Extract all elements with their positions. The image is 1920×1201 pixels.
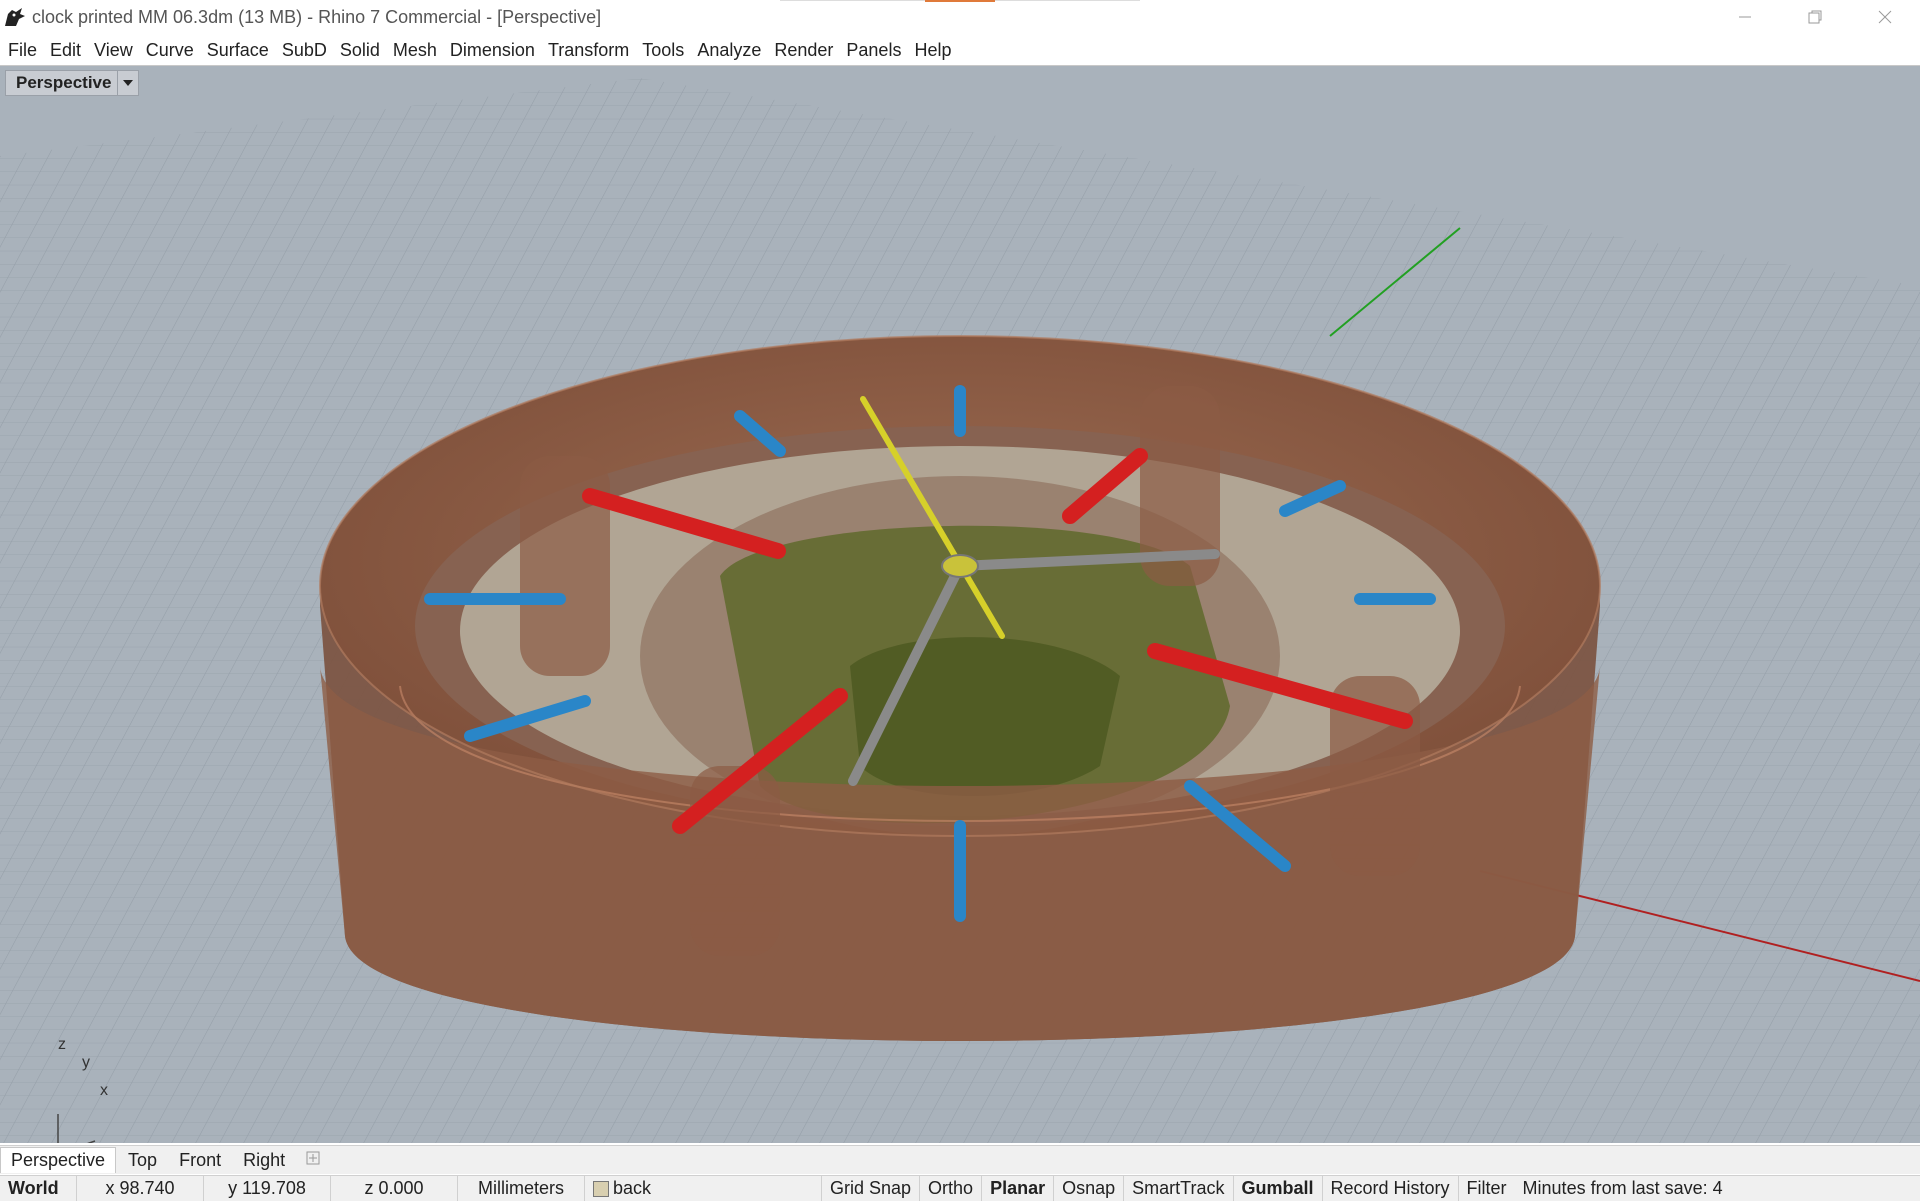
current-layer[interactable]: back <box>585 1176 822 1201</box>
restore-icon <box>1808 10 1822 24</box>
units-indicator[interactable]: Millimeters <box>458 1176 585 1201</box>
toggle-record-history[interactable]: Record History <box>1323 1176 1459 1201</box>
title-accent <box>925 0 995 2</box>
save-status: Minutes from last save: 4 <box>1522 1178 1723 1198</box>
menu-solid[interactable]: Solid <box>334 40 386 61</box>
gizmo-z-label: z <box>58 1036 66 1053</box>
menu-transform[interactable]: Transform <box>542 40 635 61</box>
menu-panels[interactable]: Panels <box>840 40 907 61</box>
y-coordinate: y 119.708 <box>204 1176 331 1201</box>
viewport-title-tab[interactable]: Perspective <box>5 70 140 96</box>
toggle-filter[interactable]: Filter <box>1459 1176 1515 1201</box>
close-icon <box>1878 10 1892 24</box>
viewport-name: Perspective <box>16 73 112 92</box>
hands-hub <box>941 554 979 578</box>
menu-bar: File Edit View Curve Surface SubD Solid … <box>0 36 1920 64</box>
cplane-indicator[interactable]: World <box>0 1176 77 1201</box>
menu-analyze[interactable]: Analyze <box>691 40 767 61</box>
status-bar: World x 98.740 y 119.708 z 0.000 Millime… <box>0 1175 1920 1201</box>
current-layer-name: back <box>613 1178 652 1198</box>
toggle-planar[interactable]: Planar <box>982 1176 1055 1201</box>
tab-perspective[interactable]: Perspective <box>0 1147 117 1173</box>
toggle-ortho[interactable]: Ortho <box>920 1176 983 1201</box>
viewport-tabs: Perspective Top Front Right <box>0 1145 1920 1174</box>
toggle-grid-snap[interactable]: Grid Snap <box>822 1176 921 1201</box>
menu-file[interactable]: File <box>0 40 43 61</box>
menu-mesh[interactable]: Mesh <box>387 40 443 61</box>
z-coordinate: z 0.000 <box>331 1176 458 1201</box>
toggle-osnap[interactable]: Osnap <box>1054 1176 1125 1201</box>
menu-tools[interactable]: Tools <box>636 40 690 61</box>
viewport-scene[interactable] <box>0 66 1920 1143</box>
window-controls <box>1710 0 1920 34</box>
layer-color-swatch <box>593 1180 609 1197</box>
menu-dimension[interactable]: Dimension <box>444 40 541 61</box>
tab-right[interactable]: Right <box>233 1148 295 1173</box>
tab-front[interactable]: Front <box>169 1148 231 1173</box>
toggle-smarttrack[interactable]: SmartTrack <box>1124 1176 1234 1201</box>
add-tab-icon <box>306 1151 320 1164</box>
toggle-gumball[interactable]: Gumball <box>1234 1176 1323 1201</box>
tab-top[interactable]: Top <box>118 1148 167 1173</box>
clock-model[interactable] <box>319 335 1601 1041</box>
menu-curve[interactable]: Curve <box>140 40 200 61</box>
chevron-down-icon <box>123 80 134 86</box>
add-viewport-tab-button[interactable] <box>297 1150 329 1171</box>
title-bar: clock printed MM 06.3dm (13 MB) - Rhino … <box>0 0 1920 34</box>
menu-subd[interactable]: SubD <box>276 40 333 61</box>
minimize-icon <box>1739 16 1751 18</box>
viewport-menu-dropdown[interactable] <box>117 71 138 95</box>
menu-render[interactable]: Render <box>768 40 839 61</box>
perspective-viewport[interactable]: z y x Perspective <box>0 65 1920 1143</box>
x-coordinate: x 98.740 <box>77 1176 204 1201</box>
window-title: clock printed MM 06.3dm (13 MB) - Rhino … <box>32 6 602 27</box>
menu-view[interactable]: View <box>88 40 139 61</box>
rhino-app-icon[interactable] <box>2 4 28 30</box>
restore-button[interactable] <box>1780 0 1850 34</box>
menu-help[interactable]: Help <box>908 40 957 61</box>
close-button[interactable] <box>1850 0 1920 34</box>
menu-surface[interactable]: Surface <box>201 40 275 61</box>
gizmo-x-label: x <box>100 1082 108 1099</box>
gizmo-y-label: y <box>82 1054 90 1071</box>
minimize-button[interactable] <box>1710 0 1780 34</box>
menu-edit[interactable]: Edit <box>44 40 87 61</box>
